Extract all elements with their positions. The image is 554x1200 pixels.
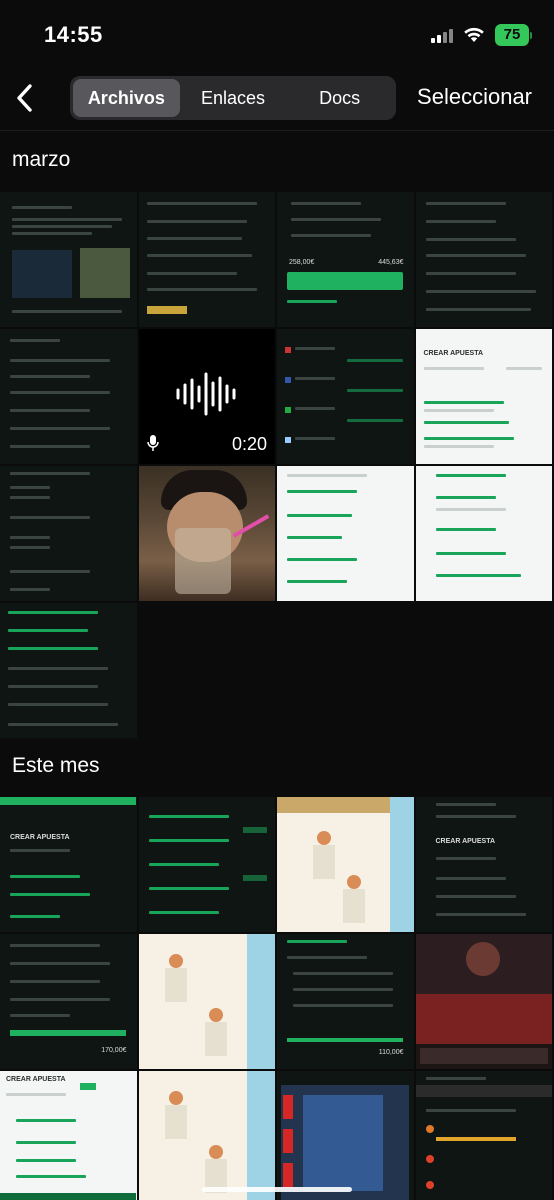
thumbnail-crear-apuesta-screenshot[interactable]: CREAR APUESTA: [0, 1071, 137, 1200]
voice-note-tile[interactable]: 0:20: [138, 329, 275, 464]
status-time: 14:55: [44, 22, 103, 47]
amount-label: 170,00€: [101, 1047, 127, 1054]
voice-duration: 0:20: [231, 434, 267, 454]
media-grid: CREAR APUESTA CREAR APUESTA 170,00€ 110,…: [0, 797, 554, 1200]
thumbnail-bet-list-screenshot[interactable]: [415, 192, 552, 327]
microphone-icon: [146, 435, 159, 451]
battery-level: 75: [495, 24, 529, 46]
amount-label: 445,63€: [378, 259, 404, 266]
back-button[interactable]: [6, 78, 42, 118]
thumbnail-crear-apuesta-screenshot[interactable]: CREAR APUESTA: [415, 329, 552, 464]
tab-archivos[interactable]: Archivos: [73, 79, 180, 117]
crear-apuesta-label: CREAR APUESTA: [435, 838, 496, 845]
thumbnail-bet-slip-screenshot[interactable]: CREAR APUESTA: [0, 797, 137, 932]
battery-icon: 75: [495, 24, 532, 46]
empty-cell: [138, 603, 275, 738]
crear-apuesta-label: CREAR APUESTA: [10, 834, 70, 841]
wifi-icon: [464, 27, 484, 42]
cellular-signal-icon: [431, 27, 453, 43]
nav-bar: Archivos Enlaces Docs Seleccionar: [0, 70, 554, 128]
tab-enlaces[interactable]: Enlaces: [180, 79, 287, 117]
thumbnail-cards-market-screenshot[interactable]: [0, 329, 137, 464]
status-icons: 75: [431, 24, 532, 46]
thumbnail-selfie-photo[interactable]: [138, 466, 275, 601]
empty-cell: [415, 603, 552, 738]
thumbnail-live-stream-screenshot[interactable]: [415, 934, 552, 1069]
thumbnail-game-board-screenshot[interactable]: [277, 1071, 414, 1200]
segmented-control: Archivos Enlaces Docs: [70, 76, 396, 120]
select-button[interactable]: Seleccionar: [417, 84, 532, 110]
thumbnail-bet-slip-screenshot[interactable]: [138, 192, 275, 327]
thumbnail-cartoon-image[interactable]: [277, 797, 414, 932]
chevron-left-icon: [17, 84, 32, 112]
thumbnail-player-props-screenshot[interactable]: [415, 466, 552, 601]
amount-label: 110,00€: [378, 1049, 404, 1056]
thumbnail-bet-builder-screenshot[interactable]: [138, 797, 275, 932]
thumbnail-bet-slip-screenshot[interactable]: 110,00€: [277, 934, 414, 1069]
media-grid: 258,00€ 445,63€ 0:20 CREAR APUESTA: [0, 192, 554, 738]
thumbnail-cartoon-image[interactable]: [138, 1071, 275, 1200]
crear-apuesta-label: CREAR APUESTA: [423, 350, 484, 357]
thumbnail-bet-slip-screenshot[interactable]: 258,00€ 445,63€: [277, 192, 414, 327]
thumbnail-nba-props-screenshot[interactable]: CREAR APUESTA: [415, 797, 552, 932]
thumbnail-odds-table-screenshot[interactable]: [277, 329, 414, 464]
tab-docs[interactable]: Docs: [286, 79, 393, 117]
thumbnail-player-props-screenshot[interactable]: [277, 466, 414, 601]
thumbnail-bet-builder-screenshot[interactable]: [0, 603, 137, 738]
crear-apuesta-label: CREAR APUESTA: [6, 1076, 66, 1083]
thumbnail-tweet-screenshot[interactable]: [0, 192, 137, 327]
waveform-icon: [176, 372, 235, 416]
section-title: Este mes: [12, 754, 100, 777]
home-indicator: [202, 1187, 352, 1192]
thumbnail-player-list-screenshot[interactable]: [415, 1071, 552, 1200]
divider: [0, 130, 554, 131]
empty-cell: [277, 603, 414, 738]
status-bar: 14:55 75: [0, 0, 554, 70]
section-title: marzo: [12, 148, 71, 171]
thumbnail-cartoon-image[interactable]: [138, 934, 275, 1069]
thumbnail-exact-score-screenshot[interactable]: [0, 466, 137, 601]
thumbnail-bet-slip-screenshot[interactable]: 170,00€: [0, 934, 137, 1069]
amount-label: 258,00€: [289, 259, 315, 266]
